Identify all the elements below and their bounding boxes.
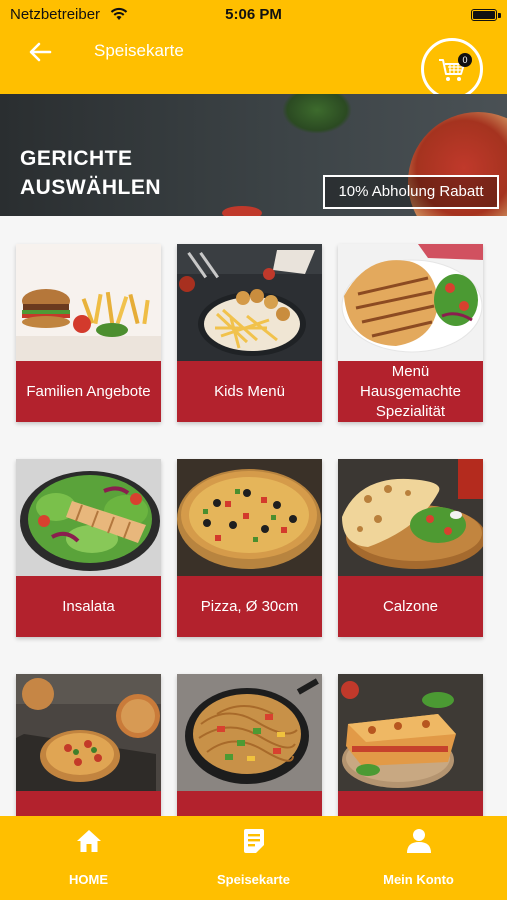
category-label: Familien Angebote bbox=[16, 361, 161, 422]
top-app-bar: Netzbetreiber 5:06 PM Speisekarte 0 bbox=[0, 0, 507, 100]
bottom-navigation: HOME Speisekarte Mein Konto bbox=[0, 816, 507, 900]
menu-document-icon bbox=[244, 829, 264, 853]
status-bar: Netzbetreiber 5:06 PM bbox=[0, 6, 507, 24]
category-image bbox=[177, 244, 322, 361]
category-card-9[interactable] bbox=[338, 674, 483, 816]
page-title: Speisekarte bbox=[94, 41, 184, 60]
back-arrow-icon[interactable] bbox=[26, 38, 54, 66]
banner-heading-line2: AUSWÄHLEN bbox=[20, 176, 161, 199]
battery-nub bbox=[498, 13, 501, 18]
category-image bbox=[16, 674, 161, 791]
cart-button[interactable]: 0 bbox=[421, 38, 483, 100]
cart-count-badge: 0 bbox=[458, 53, 472, 67]
nav-mein-konto[interactable]: Mein Konto bbox=[334, 816, 503, 900]
herb-decoration bbox=[282, 94, 352, 134]
category-image bbox=[16, 459, 161, 576]
category-card-8[interactable] bbox=[177, 674, 322, 816]
user-icon bbox=[407, 829, 431, 853]
home-icon bbox=[77, 830, 101, 852]
category-grid: Familien Angebote Kids Menü Menü Hausgem… bbox=[0, 216, 507, 816]
category-image bbox=[177, 674, 322, 791]
category-image bbox=[338, 244, 483, 361]
tomato-decoration bbox=[222, 206, 262, 216]
category-image bbox=[338, 674, 483, 791]
category-image bbox=[177, 459, 322, 576]
category-image bbox=[338, 459, 483, 576]
category-card-kids-menu[interactable]: Kids Menü bbox=[177, 244, 322, 422]
category-card-familien-angebote[interactable]: Familien Angebote bbox=[16, 244, 161, 422]
category-label: Insalata bbox=[16, 576, 161, 637]
category-card-7[interactable] bbox=[16, 674, 161, 816]
banner-heading: GERICHTE AUSWÄHLEN bbox=[20, 144, 220, 202]
category-label: Pizza, Ø 30cm bbox=[177, 576, 322, 637]
banner-heading-line1: GERICHTE bbox=[20, 147, 133, 170]
category-label bbox=[177, 791, 322, 816]
category-label bbox=[338, 791, 483, 816]
category-label: Menü Hausgemachte Spezialität bbox=[338, 361, 483, 422]
nav-speisekarte-label: Speisekarte bbox=[217, 872, 290, 887]
nav-home[interactable]: HOME bbox=[4, 816, 173, 900]
nav-home-label: HOME bbox=[69, 872, 108, 887]
category-card-insalata[interactable]: Insalata bbox=[16, 459, 161, 637]
nav-mein-konto-label: Mein Konto bbox=[383, 872, 454, 887]
promo-banner: GERICHTE AUSWÄHLEN 10% Abholung Rabatt bbox=[0, 94, 507, 216]
category-card-hausgemachte-spezialitat[interactable]: Menü Hausgemachte Spezialität bbox=[338, 244, 483, 422]
category-card-pizza[interactable]: Pizza, Ø 30cm bbox=[177, 459, 322, 637]
category-image bbox=[16, 244, 161, 361]
category-label: Calzone bbox=[338, 576, 483, 637]
battery-icon bbox=[471, 9, 497, 21]
category-label: Kids Menü bbox=[177, 361, 322, 422]
clock: 5:06 PM bbox=[225, 6, 282, 23]
pickup-discount-badge: 10% Abholung Rabatt bbox=[323, 175, 499, 209]
category-card-calzone[interactable]: Calzone bbox=[338, 459, 483, 637]
category-label bbox=[16, 791, 161, 816]
nav-speisekarte[interactable]: Speisekarte bbox=[169, 816, 338, 900]
